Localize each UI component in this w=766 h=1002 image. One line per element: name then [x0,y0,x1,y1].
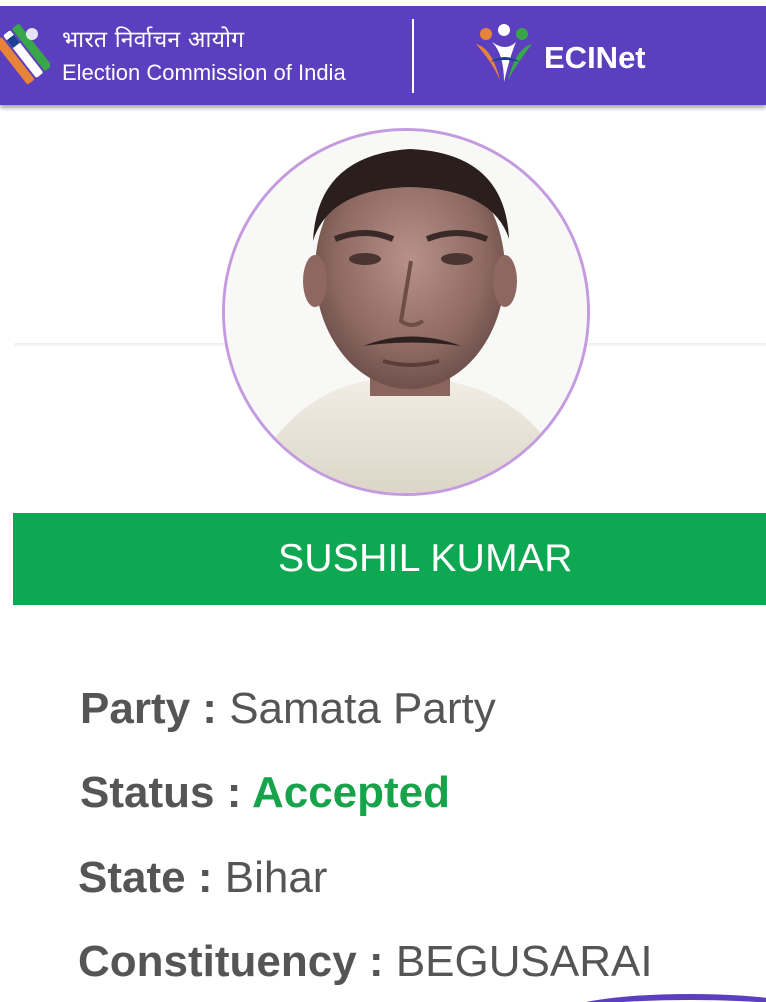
party-separator: : [202,684,230,733]
ecinet-people-icon [476,24,532,82]
org-name-hindi: भारत निर्वाचन आयोग [62,27,245,53]
party-value: Samata Party [229,684,496,733]
status-row: Status : Accepted [80,766,450,820]
status-label: Status [80,768,227,817]
app-name: ECINet [544,40,646,75]
org-name: भारत निर्वाचन आयोग Election Commission o… [62,26,346,88]
status-strip [0,0,766,6]
candidate-photo [222,128,590,496]
candidate-name: SUSHIL KUMAR [278,537,573,580]
eci-voting-ballot-icon [0,24,50,85]
state-label: State [78,853,198,902]
constituency-row: Constituency : BEGUSARAI [78,935,653,989]
status-value: Accepted [251,768,451,817]
bottom-nav-edge [560,994,766,1002]
candidate-profile-page: भारत निर्वाचन आयोग Election Commission o… [0,0,766,1002]
state-separator: : [197,853,225,902]
state-row: State : Bihar [78,851,327,905]
party-row: Party : Samata Party [80,682,496,736]
constituency-separator: : [368,937,396,986]
constituency-value: BEGUSARAI [395,937,653,986]
header-divider [412,19,414,93]
candidate-photo-image [225,131,587,493]
org-name-english: Election Commission of India [62,60,346,85]
state-value: Bihar [224,853,328,902]
constituency-label: Constituency [78,937,369,986]
party-label: Party [80,684,203,733]
status-separator: : [226,768,252,817]
app-header: भारत निर्वाचन आयोग Election Commission o… [0,0,766,105]
